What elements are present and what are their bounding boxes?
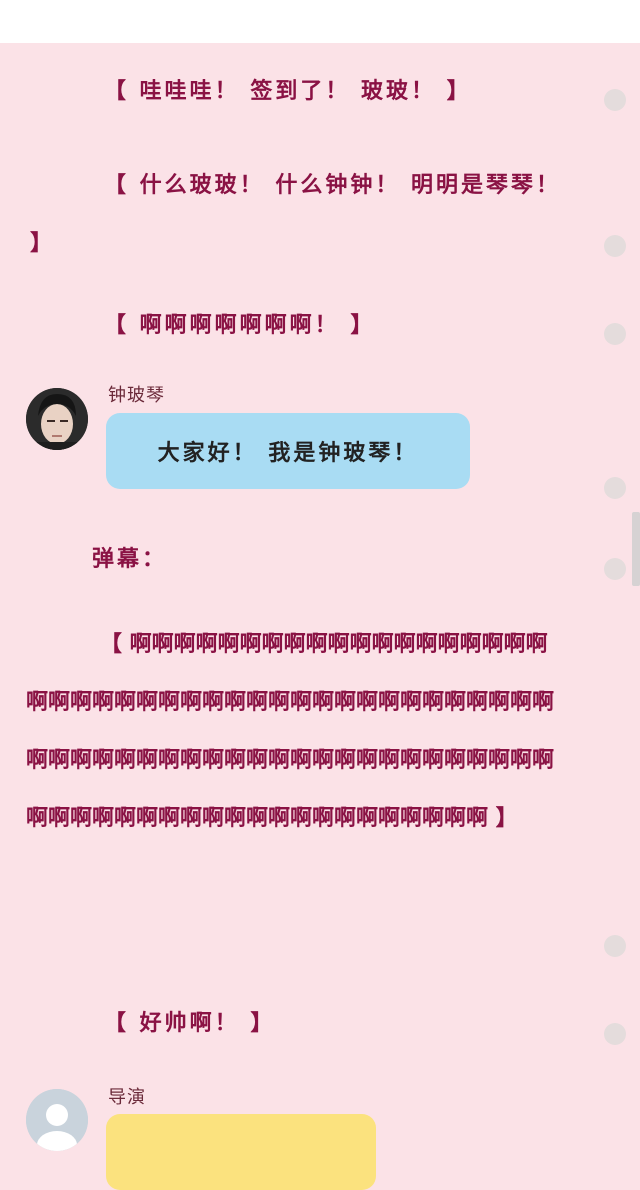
danmu-text: 【 啊啊啊啊啊啊啊啊啊啊啊啊啊啊啊啊啊啊啊啊啊啊啊啊啊啊啊啊啊啊啊啊啊啊啊啊啊啊… (26, 632, 555, 831)
comment-dot-icon[interactable] (604, 477, 626, 499)
comic-content: 【 哇哇哇！ 签到了！ 玻玻！ 】 【 什么玻玻！ 什么钟钟！ 明明是琴琴！ 】… (0, 43, 640, 1190)
person-photo-icon (26, 388, 88, 450)
comment-dot-icon[interactable] (604, 89, 626, 111)
text-line-checkin: 【 哇哇哇！ 签到了！ 玻玻！ 】 (104, 79, 472, 104)
speaker-name: 导演 (108, 1087, 146, 1108)
text-line-handsome: 【 好帅啊！ 】 (104, 1011, 276, 1036)
text-line-scream: 【 啊啊啊啊啊啊啊！ 】 (104, 313, 376, 338)
danmu-label: 弹幕： (92, 547, 168, 572)
comment-dot-icon[interactable] (604, 235, 626, 257)
avatar-director[interactable] (26, 1089, 88, 1151)
chat-bubble-text: 大家好！ 我是钟玻琴！ (157, 441, 419, 466)
text-line-qinqin: 【 什么玻玻！ 什么钟钟！ 明明是琴琴！ 】 (30, 173, 572, 256)
chat-bubble: 大家好！ 我是钟玻琴！ (106, 413, 470, 489)
top-status-bar (0, 0, 640, 43)
avatar-zhongboqin[interactable] (26, 388, 88, 450)
speaker-name: 钟玻琴 (108, 385, 165, 406)
comment-dot-icon[interactable] (604, 1023, 626, 1045)
scrollbar-thumb[interactable] (632, 512, 640, 586)
default-user-icon (26, 1089, 88, 1151)
comment-dot-icon[interactable] (604, 323, 626, 345)
comment-dot-icon[interactable] (604, 558, 626, 580)
chat-bubble (106, 1114, 376, 1190)
comment-dot-icon[interactable] (604, 935, 626, 957)
